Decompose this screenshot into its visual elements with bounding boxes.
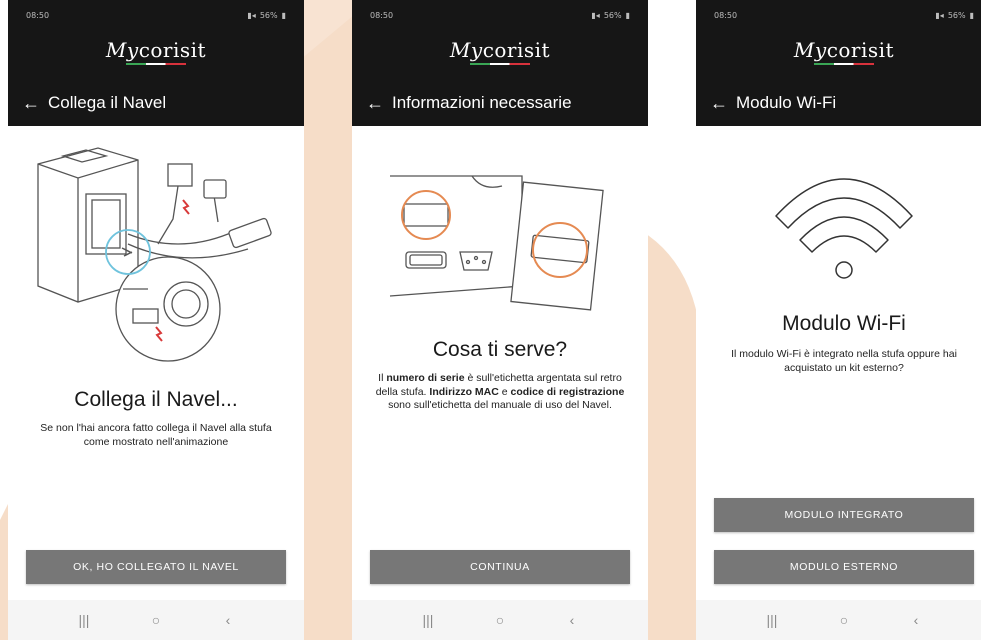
battery-text: 56% [947,10,966,20]
screen-heading: Cosa ti serve? [432,338,568,361]
battery-icon: ▮ [969,10,974,20]
integrated-module-button[interactable]: MODULO INTEGRATO [714,498,974,532]
system-nav-bar: ||| ○ ‹ [696,600,981,640]
signal-icon: ▮◂ [591,10,600,20]
screen-heading: Modulo Wi-Fi [782,312,906,335]
app-logo: Mycorisit [696,38,981,65]
app-logo: Mycorisit [8,38,304,65]
back-arrow-icon[interactable]: ← [710,93,736,114]
screen-content: Cosa ti serve? Il numero di serie è sull… [352,126,648,600]
screen-title: Modulo Wi-Fi [736,93,837,112]
home-icon[interactable]: ○ [141,612,171,628]
recent-apps-icon[interactable]: ||| [757,612,787,628]
app-header: 08:50 ▮◂ 56% ▮ Mycorisit ← Modulo Wi-Fi [696,0,981,126]
system-nav-bar: ||| ○ ‹ [8,600,304,640]
screen-title: Informazioni necessarie [392,93,572,112]
app-header: 08:50 ▮◂ 56% ▮ Mycorisit ← Collega il Nave… [8,0,304,126]
continue-button[interactable]: CONTINUA [370,550,630,584]
external-module-button[interactable]: MODULO ESTERNO [714,550,974,584]
back-arrow-icon[interactable]: ← [22,93,48,114]
screen-content: Collega il Navel... Se non l'hai ancora … [8,126,304,600]
back-nav-icon[interactable]: ‹ [213,612,243,628]
status-bar: 08:50 ▮◂ 56% ▮ [26,9,286,21]
screen-title: Collega il Navel [48,93,167,112]
screen-description: Il numero di serie è sull'etichetta arge… [375,372,625,411]
app-bar: ← Modulo Wi-Fi [696,86,981,120]
stove-connection-illustration [37,147,272,362]
home-icon[interactable]: ○ [829,612,859,628]
status-time: 08:50 [26,10,50,20]
home-icon[interactable]: ○ [485,612,515,628]
recent-apps-icon[interactable]: ||| [69,612,99,628]
battery-text: 56% [259,10,278,20]
confirm-connected-button[interactable]: OK, HO COLLEGATO IL NAVEL [26,550,286,584]
flag-stripe [470,63,530,65]
app-bar: ← Collega il Navel [8,86,304,120]
status-time: 08:50 [370,10,394,20]
screen-description: Se non l'hai ancora fatto collega il Nav… [40,422,272,448]
flag-stripe [126,63,186,65]
signal-icon: ▮◂ [935,10,944,20]
signal-icon: ▮◂ [247,10,256,20]
back-nav-icon[interactable]: ‹ [901,612,931,628]
phone-screen-info: 08:50 ▮◂ 56% ▮ Mycorisit ← Informazioni ne… [352,0,648,640]
status-time: 08:50 [714,10,738,20]
label-location-illustration [389,175,604,311]
status-bar: 08:50 ▮◂ 56% ▮ [370,9,630,21]
flag-stripe [814,63,874,65]
app-logo: Mycorisit [352,38,648,65]
app-header: 08:50 ▮◂ 56% ▮ Mycorisit ← Informazioni ne… [352,0,648,126]
back-arrow-icon[interactable]: ← [366,93,392,114]
screen-heading: Collega il Navel... [74,388,238,411]
battery-icon: ▮ [625,10,630,20]
status-bar: 08:50 ▮◂ 56% ▮ [714,9,974,21]
battery-text: 56% [603,10,622,20]
screen-content: Modulo Wi-Fi Il modulo Wi-Fi è integrato… [696,126,981,600]
system-nav-bar: ||| ○ ‹ [352,600,648,640]
phone-screen-connect: 08:50 ▮◂ 56% ▮ Mycorisit ← Collega il Nave… [8,0,304,640]
wifi-icon [775,178,913,279]
app-bar: ← Informazioni necessarie [352,86,648,120]
back-nav-icon[interactable]: ‹ [557,612,587,628]
screen-description: Il modulo Wi-Fi è integrato nella stufa … [731,348,957,374]
battery-icon: ▮ [281,10,286,20]
phone-screen-wifi: 08:50 ▮◂ 56% ▮ Mycorisit ← Modulo Wi-Fi Mo… [696,0,981,640]
recent-apps-icon[interactable]: ||| [413,612,443,628]
